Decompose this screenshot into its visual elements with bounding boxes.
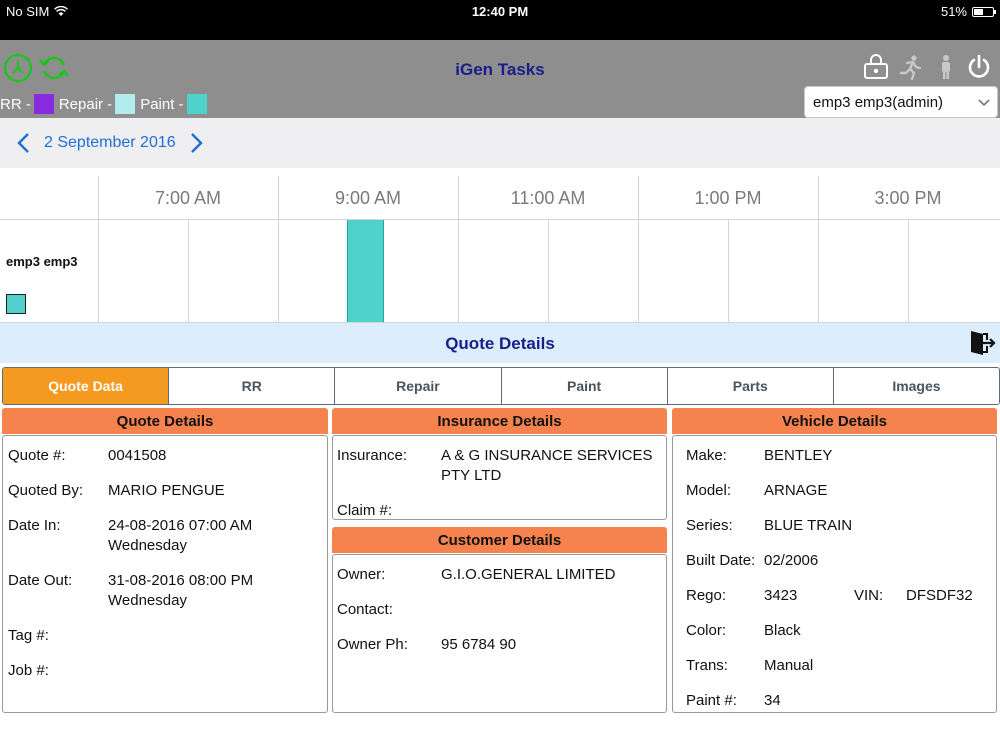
hour-label: 3:00 PM [874,188,942,208]
quote-details-bar: Quote Details [0,323,1000,363]
running-person-icon[interactable] [898,54,924,80]
current-date[interactable]: 2 September 2016 [44,134,176,152]
app-header: iGen Tasks RR - Repair - Paint - emp3 em… [0,40,1000,118]
app-title: iGen Tasks [455,60,545,79]
legend-swatch-paint [186,94,207,114]
exit-door-icon[interactable] [968,329,996,357]
vehicle-details-panel: Make: BENTLEY Model: ARNAGE Series: BLUE TR… [672,435,997,713]
status-bar: No SIM 12:40 PM 51% [0,0,1000,40]
quote-details-title: Quote Details [445,334,555,353]
legend-label-paint: Paint - [140,95,184,113]
quote-details-panel: Quote #: 0041508 Quoted By: MARIO PENGUE D… [2,435,328,713]
hour-label: 1:00 PM [694,188,762,208]
user-select[interactable]: emp3 emp3(admin) [804,86,998,118]
tab-rr[interactable]: RR [168,368,335,404]
hour-label: 11:00 AM [510,188,586,208]
battery-icon [972,6,996,17]
legend-swatch-rr [33,94,54,114]
task-type-legend: RR - Repair - Paint - [0,94,212,114]
date-navigator: 2 September 2016 [0,118,1000,168]
status-time: 12:40 PM [471,4,529,19]
hour-label: 7:00 AM [154,188,222,208]
customer-details-panel: Owner: G.I.O.GENERAL LIMITED Contact: Own… [332,554,667,713]
insurance-details-panel: Insurance: A & G INSURANCE SERVICES PTY LT… [332,435,667,520]
insurance-details-header: Insurance Details [332,408,667,434]
tab-images[interactable]: Images [832,368,999,404]
power-icon[interactable] [966,54,992,80]
battery-level [974,8,984,15]
legend-label-repair: Repair - [58,95,113,113]
employee-name: emp3 emp3 [6,254,78,269]
chevron-down-icon [978,99,990,107]
hour-label: 9:00 AM [334,188,402,208]
tab-quote-data[interactable]: Quote Data [3,368,169,404]
vehicle-details-header: Vehicle Details [672,408,997,434]
tab-paint[interactable]: Paint [500,368,667,404]
standing-person-icon[interactable] [933,54,959,80]
lock-screen-icon[interactable] [863,54,889,80]
employee-color-swatch [6,294,26,314]
chevron-right-icon[interactable] [186,131,206,155]
user-select-value: emp3 emp3(admin) [813,94,944,111]
customer-details-header: Customer Details [332,527,667,553]
schedule-grid: 7:00 AM 9:00 AM 11:00 AM 1:00 PM 3:00 PM… [0,168,1000,323]
legend-label-rr: RR - [0,95,31,113]
task-block-paint[interactable] [347,220,384,322]
battery-percent: 51% [940,4,967,19]
tab-parts[interactable]: Parts [666,368,833,404]
chevron-left-icon[interactable] [14,131,34,155]
tab-repair[interactable]: Repair [334,368,501,404]
quote-details-header: Quote Details [2,408,328,434]
detail-tabs: Quote Data RR Repair Paint Parts Images [2,367,1000,405]
legend-swatch-repair [115,94,136,114]
